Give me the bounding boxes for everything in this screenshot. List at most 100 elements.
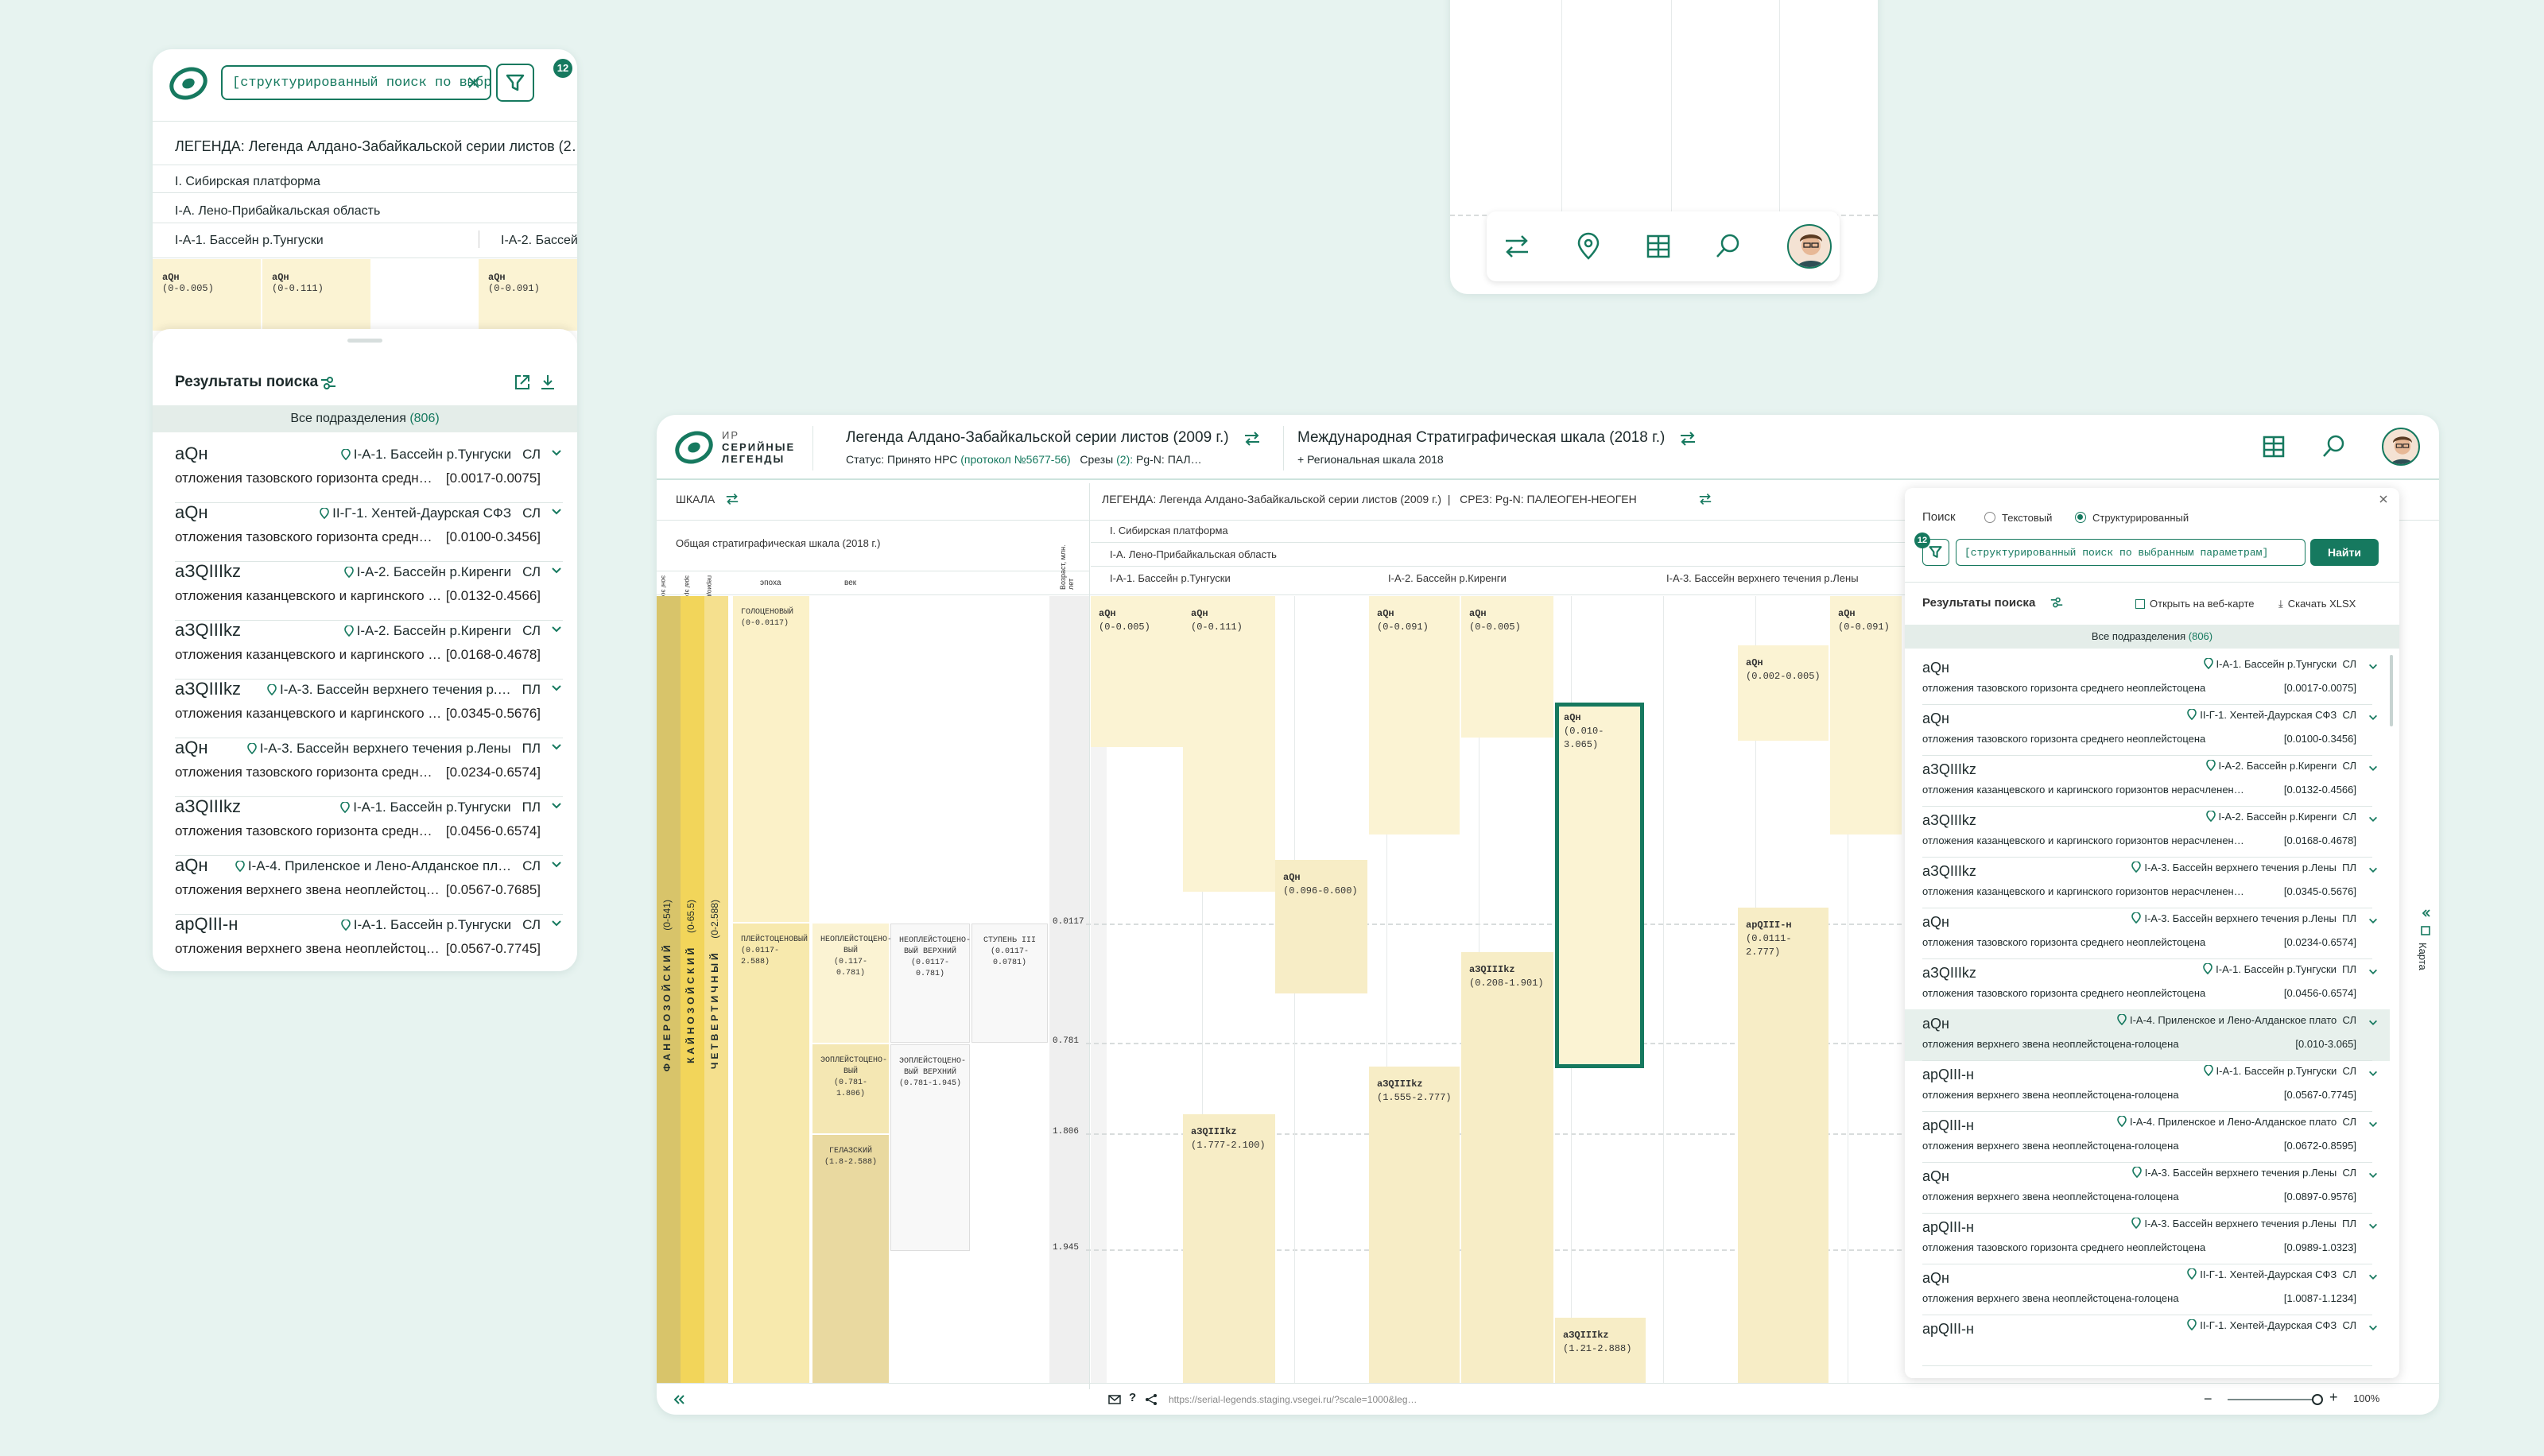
age-cell[interactable]: СТУПЕНЬ III (0.0117-0.0781) — [971, 924, 1048, 1043]
result-item[interactable]: aЗQIIIkz I-А-3. Бассейн верхнего течения … — [175, 679, 563, 738]
chevron-down-icon[interactable] — [2368, 1221, 2379, 1232]
result-item[interactable]: aQн I-А-3. Бассейн верхнего течения р.Лен… — [1905, 908, 2390, 959]
result-item[interactable]: aQн I-А-3. Бассейн верхнего течения р.Лен… — [175, 738, 563, 797]
results-scrollbar[interactable] — [2390, 655, 2393, 726]
grid-view-icon[interactable] — [2261, 434, 2286, 459]
zoom-slider[interactable] — [2228, 1399, 2317, 1400]
sort-icon[interactable] — [2050, 596, 2064, 609]
result-item[interactable]: apQIII-н I-А-4. Приленское и Лено-Алданск… — [1905, 1111, 2390, 1163]
unit-cell[interactable]: aQн (0.002-0.005) — [1738, 645, 1828, 741]
search-icon[interactable] — [1714, 232, 1739, 258]
chevron-down-icon[interactable] — [2368, 1322, 2379, 1334]
legend-cell[interactable]: aQн (0-0.091) — [479, 259, 577, 331]
unit-cell[interactable]: aЗQIIIkz (1.777-2.100) — [1183, 1114, 1275, 1383]
chevron-down-icon[interactable] — [2368, 712, 2379, 723]
chevron-down-icon[interactable] — [550, 447, 563, 459]
result-item[interactable]: aЗQIIIkz I-А-2. Бассейн р.Киренги СЛ отлож… — [1905, 755, 2390, 807]
result-item[interactable]: aQн I-А-1. Бассейн р.Тунгуски СЛ отложения … — [175, 443, 563, 503]
mail-icon[interactable] — [1108, 1394, 1121, 1405]
swap-icon[interactable] — [1503, 232, 1528, 258]
chevron-down-icon[interactable] — [2368, 1170, 2379, 1181]
result-item[interactable]: aЗQIIIkz I-А-3. Бассейн верхнего течения … — [1905, 857, 2390, 908]
result-item[interactable]: aQн II-Г-1. Хентей-Даурская СФЗ СЛ отложени… — [175, 502, 563, 562]
unit-cell[interactable]: aQн (0-0.005) — [1461, 596, 1553, 738]
help-icon[interactable]: ? — [1129, 1391, 1136, 1404]
result-item[interactable]: apQIII-н I-А-1. Бассейн р.Тунгуски СЛ отлож… — [175, 914, 563, 971]
legend-cell[interactable]: aQн (0-0.005) — [153, 259, 262, 331]
unit-cell[interactable]: aQн (0.096-0.600) — [1275, 860, 1367, 993]
app-logo[interactable] — [169, 64, 208, 103]
age-cell[interactable]: ЭОПЛЕЙСТОЦЕНО-ВЫЙ (0.781-1.806) — [812, 1044, 889, 1133]
location-icon[interactable] — [1574, 232, 1600, 260]
result-item[interactable]: apQIII-н II-Г-1. Хентей-Даурская СФЗ СЛ — [1905, 1315, 2390, 1366]
zoom-out-button[interactable]: − — [2204, 1391, 2212, 1408]
swap-legend-icon[interactable] — [1243, 431, 1261, 447]
download-icon[interactable] — [539, 374, 556, 391]
result-item[interactable]: apQIII-н I-А-3. Бассейн верхнего течения … — [1905, 1213, 2390, 1264]
download-link[interactable]: ⤓ Скачать XLSX — [2278, 598, 2356, 610]
zoom-in-button[interactable]: + — [2329, 1389, 2338, 1406]
legend-bar[interactable]: ЛЕГЕНДА: Легенда Алдано-Забайкальской се… — [1102, 493, 1637, 505]
unit-cell[interactable]: apQIII-н (0.0111-2.777) — [1738, 908, 1828, 1383]
chevron-down-icon[interactable] — [2368, 661, 2379, 672]
sort-icon[interactable] — [320, 375, 337, 391]
collapse-icon[interactable] — [2420, 908, 2431, 919]
swap-icon[interactable] — [1698, 493, 1712, 505]
unit-cell[interactable]: aЗQIIIkz (1.21-2.888) — [1555, 1318, 1646, 1383]
share-icon[interactable] — [1145, 1394, 1158, 1405]
age-cell[interactable]: НЕОПЛЕЙСТОЦЕНО-ВЫЙ ВЕРХНИЙ (0.0117-0.781) — [890, 924, 971, 1043]
swap-icon[interactable] — [725, 493, 739, 505]
open-external-icon[interactable] — [514, 374, 531, 391]
protocol-link[interactable]: (протокол №5677-56) — [960, 453, 1070, 466]
grid-icon[interactable] — [1644, 232, 1670, 258]
chevron-down-icon[interactable] — [2368, 1068, 2379, 1079]
unit-cell[interactable]: aQн (0-0.005) — [1091, 596, 1186, 747]
share-url[interactable]: https://serial-legends.staging.vsegei.ru… — [1169, 1394, 1417, 1405]
radio-text-label[interactable]: Текстовый — [2002, 512, 2052, 524]
chevron-down-icon[interactable] — [2368, 1017, 2379, 1028]
chevron-down-icon[interactable] — [550, 741, 563, 753]
chevron-down-icon[interactable] — [550, 858, 563, 871]
chevron-down-icon[interactable] — [2368, 1272, 2379, 1283]
result-item[interactable]: aQн II-Г-1. Хентей-Даурская СФЗ СЛ отложен… — [1905, 704, 2390, 756]
find-button[interactable]: Найти — [2310, 539, 2379, 566]
search-icon[interactable] — [2321, 434, 2347, 459]
result-item[interactable]: aЗQIIIkz I-А-1. Бассейн р.Тунгуски ПЛ отлож… — [175, 796, 563, 856]
chevron-down-icon[interactable] — [2368, 814, 2379, 825]
close-icon[interactable] — [2379, 494, 2388, 504]
unit-cell[interactable]: aQн (0-0.111) — [1183, 596, 1275, 892]
chevron-down-icon[interactable] — [550, 917, 563, 930]
zoom-slider-handle[interactable] — [2312, 1394, 2323, 1405]
app-logo[interactable] — [674, 428, 714, 467]
result-item[interactable]: aQн I-А-4. Приленское и Лено-Алданское пл… — [1905, 1009, 2390, 1061]
chevron-down-icon[interactable] — [2368, 763, 2379, 774]
unit-cell[interactable]: aЗQIIIkz (0.208-1.901) — [1461, 952, 1553, 1383]
age-cell[interactable]: ЭОПЛЕЙСТОЦЕНО-ВЫЙ ВЕРХНИЙ (0.781-1.945) — [890, 1044, 970, 1251]
radio-structured-label[interactable]: Структурированный — [2092, 512, 2189, 524]
epoch-holocene[interactable]: ГОЛОЦЕНОВЫЙ (0-0.0117) — [733, 596, 809, 922]
chevron-down-icon[interactable] — [550, 800, 563, 812]
chevron-down-icon[interactable] — [2368, 865, 2379, 876]
clear-icon[interactable] — [467, 76, 480, 89]
unit-cell[interactable]: aQн (0-0.091) — [1369, 596, 1460, 834]
chevron-down-icon[interactable] — [550, 564, 563, 577]
user-avatar[interactable] — [2382, 428, 2420, 466]
search-input[interactable]: [структурированный поиск по выбранным па… — [1956, 539, 2306, 566]
result-item[interactable]: apQIII-н I-А-1. Бассейн р.Тунгуски СЛ отло… — [1905, 1060, 2390, 1112]
unit-cell-selected[interactable]: aQн (0.010-3.065) — [1555, 703, 1644, 1068]
chevron-down-icon[interactable] — [2368, 916, 2379, 927]
result-item[interactable]: aQн I-А-4. Приленское и Лено-Алданское пл… — [175, 855, 563, 915]
all-units-bar[interactable]: Все подразделения (806) — [1905, 625, 2399, 649]
radio-text[interactable] — [1984, 512, 1995, 523]
result-item[interactable]: aQн II-Г-1. Хентей-Даурская СФЗ СЛ отложен… — [1905, 1264, 2390, 1315]
all-units-bar[interactable]: Все подразделения (806) — [153, 405, 577, 432]
map-icon[interactable] — [2420, 925, 2431, 936]
collapse-left-icon[interactable] — [673, 1394, 685, 1405]
scale-tab[interactable]: ШКАЛА — [676, 493, 715, 505]
chevron-down-icon[interactable] — [2368, 1119, 2379, 1130]
chevron-down-icon[interactable] — [550, 682, 563, 695]
age-cell[interactable]: НЕОПЛЕЙСТОЦЕНО-ВЫЙ (0.117-0.781) — [812, 924, 892, 1043]
legend-cell[interactable]: aQн (0-0.111) — [262, 259, 372, 331]
unit-cell[interactable]: aQн (0-0.091) — [1830, 596, 1902, 834]
open-web-link[interactable]: Открыть на веб-карте — [2135, 598, 2255, 610]
